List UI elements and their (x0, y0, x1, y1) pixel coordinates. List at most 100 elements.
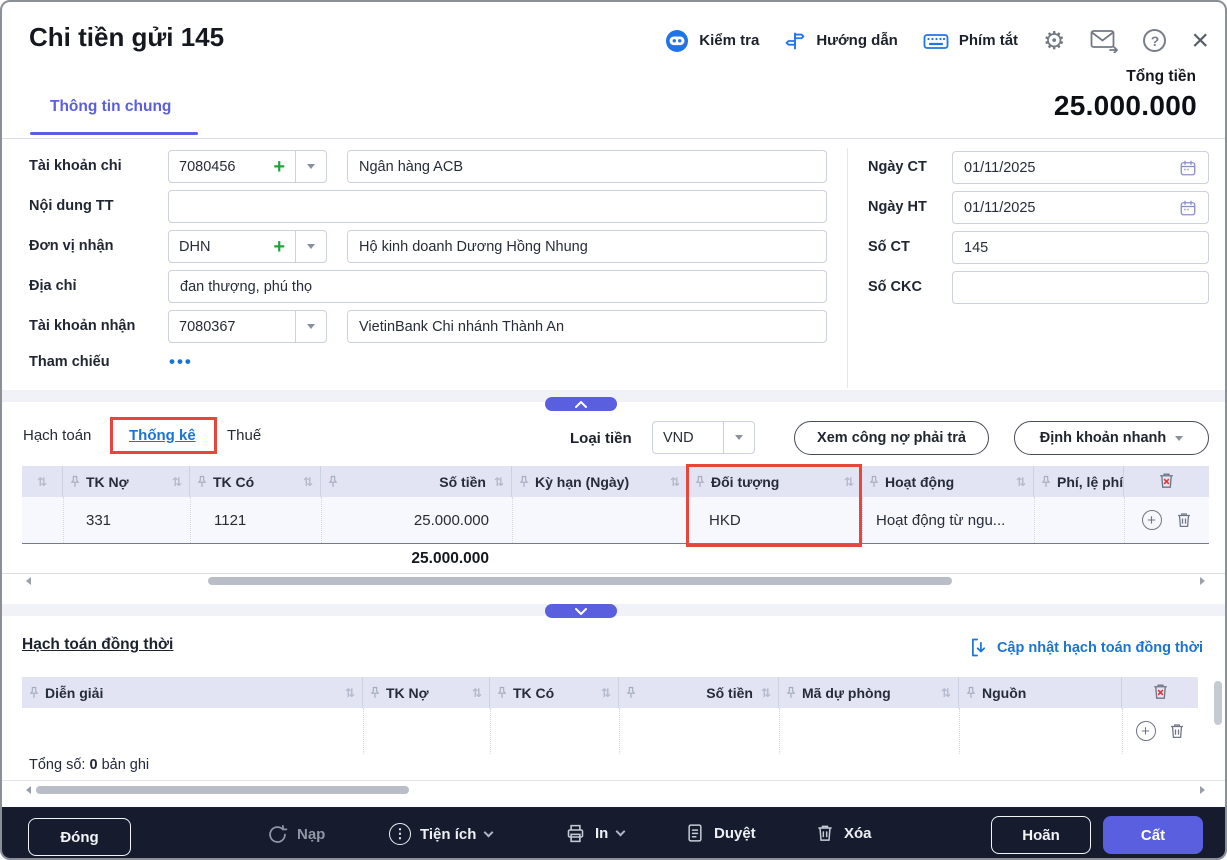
add-partner-icon[interactable]: + (273, 237, 285, 257)
cell-hoat-dong[interactable]: Hoạt động từ ngu... (862, 497, 1034, 543)
table1-col-phi-le-phi[interactable]: Phí, lệ phí (1034, 466, 1124, 497)
pin-icon[interactable] (328, 475, 338, 488)
tab-thong-tin-chung[interactable]: Thông tin chung (50, 98, 171, 116)
table2-empty-row[interactable]: + (22, 708, 1198, 754)
hscroll-right-arrow[interactable] (1200, 786, 1205, 794)
xem-cong-no-button[interactable]: Xem công nợ phải trả (794, 421, 989, 455)
noi-dung-tt-field[interactable] (168, 190, 827, 223)
don-vi-nhan-combo[interactable]: DHN + (168, 230, 327, 263)
ngan-hang-field[interactable]: Ngân hàng ACB (347, 150, 827, 183)
table1-col-ky-han[interactable]: Kỳ hạn (Ngày) ⇅ (512, 466, 688, 497)
close-icon[interactable]: × (1191, 31, 1209, 51)
phim-tat-button[interactable]: Phím tắt (923, 31, 1018, 51)
pin-icon[interactable] (29, 686, 39, 699)
cell-ky-han[interactable] (512, 497, 688, 543)
nap-button[interactable]: Nạp (267, 824, 325, 845)
tab-hach-toan[interactable]: Hạch toán (23, 427, 91, 444)
tab-thong-ke[interactable]: Thống kê (129, 427, 196, 444)
table1-col-hoat-dong[interactable]: Hoạt động ⇅ (862, 466, 1034, 497)
hscroll-left-arrow[interactable] (26, 577, 31, 585)
pin-icon[interactable] (497, 686, 507, 699)
duyet-button[interactable]: Duyệt (685, 823, 756, 843)
xoa-button[interactable]: Xóa (815, 823, 872, 843)
pin-icon[interactable] (197, 475, 207, 488)
tai-khoan-nhan-combo[interactable]: 7080367 (168, 310, 327, 343)
dinh-khoan-nhanh-button[interactable]: Định khoản nhanh (1014, 421, 1209, 455)
tai-khoan-chi-dropdown[interactable] (295, 151, 326, 182)
cap-nhat-hach-toan-link[interactable]: Cập nhật hạch toán đồng thời (971, 638, 1203, 657)
tab-thue[interactable]: Thuế (227, 427, 261, 444)
pin-icon[interactable] (519, 475, 529, 488)
table2-hscrollbar[interactable] (36, 786, 409, 794)
dia-chi-field[interactable]: đan thượng, phú thọ (168, 270, 827, 303)
loai-tien-dropdown[interactable] (723, 422, 754, 453)
settings-gear-icon[interactable]: ⚙ (1043, 28, 1065, 53)
ngan-hang-nhan-field[interactable]: VietinBank Chi nhánh Thành An (347, 310, 827, 343)
table2-vscrollbar[interactable] (1214, 681, 1222, 725)
table1-total-separator (22, 543, 1209, 544)
cell-tk-co[interactable]: 1121 (190, 497, 321, 543)
calendar-icon[interactable] (1179, 199, 1197, 217)
hoan-button[interactable]: Hoãn (991, 816, 1091, 854)
table1-col-so-tien[interactable]: Số tiền ⇅ (321, 466, 512, 497)
add-account-icon[interactable]: + (273, 157, 285, 177)
table2-col-ma-du-phong[interactable]: Mã dự phòng ⇅ (779, 677, 959, 708)
ngay-ct-field[interactable]: 01/11/2025 (952, 151, 1209, 184)
table1-row[interactable]: 331 1121 25.000.000 HKD Hoạt động từ ngu… (22, 497, 1209, 543)
delete-row-icon[interactable] (1168, 722, 1186, 740)
pin-icon[interactable] (869, 475, 879, 488)
table1-col-rowhandle[interactable]: ⇅ (22, 466, 63, 497)
dong-button[interactable]: Đóng (28, 818, 131, 856)
tai-khoan-chi-combo[interactable]: 7080456 + (168, 150, 327, 183)
cell-so-tien[interactable]: 25.000.000 (321, 497, 512, 543)
cell-doi-tuong[interactable]: HKD (688, 497, 862, 543)
cell-tk-no[interactable]: 331 (63, 497, 190, 543)
chi-tien-gui-window: Chi tiền gửi 145 Kiểm tra Hướng dẫn Phím… (0, 0, 1227, 860)
pin-icon[interactable] (70, 475, 80, 488)
table1-col-tk-co[interactable]: TK Có ⇅ (190, 466, 321, 497)
pin-icon[interactable] (370, 686, 380, 699)
table1-hscrollbar[interactable] (208, 577, 952, 585)
table2-col-dien-giai[interactable]: Diễn giải ⇅ (22, 677, 363, 708)
kiem-tra-button[interactable]: Kiểm tra (665, 29, 759, 53)
collapse-up-button[interactable] (545, 397, 617, 411)
ngay-ht-field[interactable]: 01/11/2025 (952, 191, 1209, 224)
calendar-icon[interactable] (1179, 159, 1197, 177)
collapse-down-button[interactable] (545, 604, 617, 618)
hscroll-left-arrow[interactable] (26, 786, 31, 794)
cat-button[interactable]: Cất (1103, 816, 1203, 854)
add-row-icon[interactable]: + (1142, 510, 1162, 530)
feedback-mail-icon[interactable] (1090, 29, 1118, 53)
hscroll-right-arrow[interactable] (1200, 577, 1205, 585)
table2-col-tk-no[interactable]: TK Nợ ⇅ (363, 677, 490, 708)
delete-all-rows-icon[interactable] (1157, 471, 1176, 493)
so-ct-field[interactable]: 145 (952, 231, 1209, 264)
don-vi-nhan-dropdown[interactable] (295, 231, 326, 262)
table2-col-so-tien[interactable]: Số tiền ⇅ (619, 677, 779, 708)
tai-khoan-nhan-dropdown[interactable] (295, 311, 326, 342)
in-button[interactable]: In (565, 823, 624, 844)
table1-col-doi-tuong[interactable]: Đối tượng ⇅ (688, 466, 862, 497)
loai-tien-select[interactable]: VND (652, 421, 755, 454)
pin-icon[interactable] (786, 686, 796, 699)
delete-row-icon[interactable] (1175, 511, 1193, 529)
table1-col-tk-no[interactable]: TK Nợ ⇅ (63, 466, 190, 497)
cell-actions: + (1122, 708, 1198, 754)
huong-dan-button[interactable]: Hướng dẫn (784, 30, 898, 52)
delete-all-rows-icon[interactable] (1151, 682, 1170, 704)
add-row-icon[interactable]: + (1136, 721, 1156, 741)
pin-icon[interactable] (966, 686, 976, 699)
cell-phi-le-phi[interactable] (1034, 497, 1124, 543)
pin-icon[interactable] (1041, 475, 1051, 488)
help-icon[interactable]: ? (1143, 29, 1166, 52)
pin-icon[interactable] (695, 475, 705, 488)
ten-don-vi-nhan-field[interactable]: Hộ kinh doanh Dương Hồng Nhung (347, 230, 827, 263)
chevron-down-icon (307, 164, 315, 169)
hach-toan-dong-thoi-link[interactable]: Hạch toán đồng thời (22, 636, 173, 654)
pin-icon[interactable] (626, 686, 636, 699)
tham-chieu-more-button[interactable]: ••• (169, 352, 193, 372)
table2-col-tk-co[interactable]: TK Có ⇅ (490, 677, 619, 708)
table2-col-nguon[interactable]: Nguồn (959, 677, 1122, 708)
tien-ich-button[interactable]: ⋮ Tiện ích (389, 823, 492, 845)
so-ckc-field[interactable] (952, 271, 1209, 304)
